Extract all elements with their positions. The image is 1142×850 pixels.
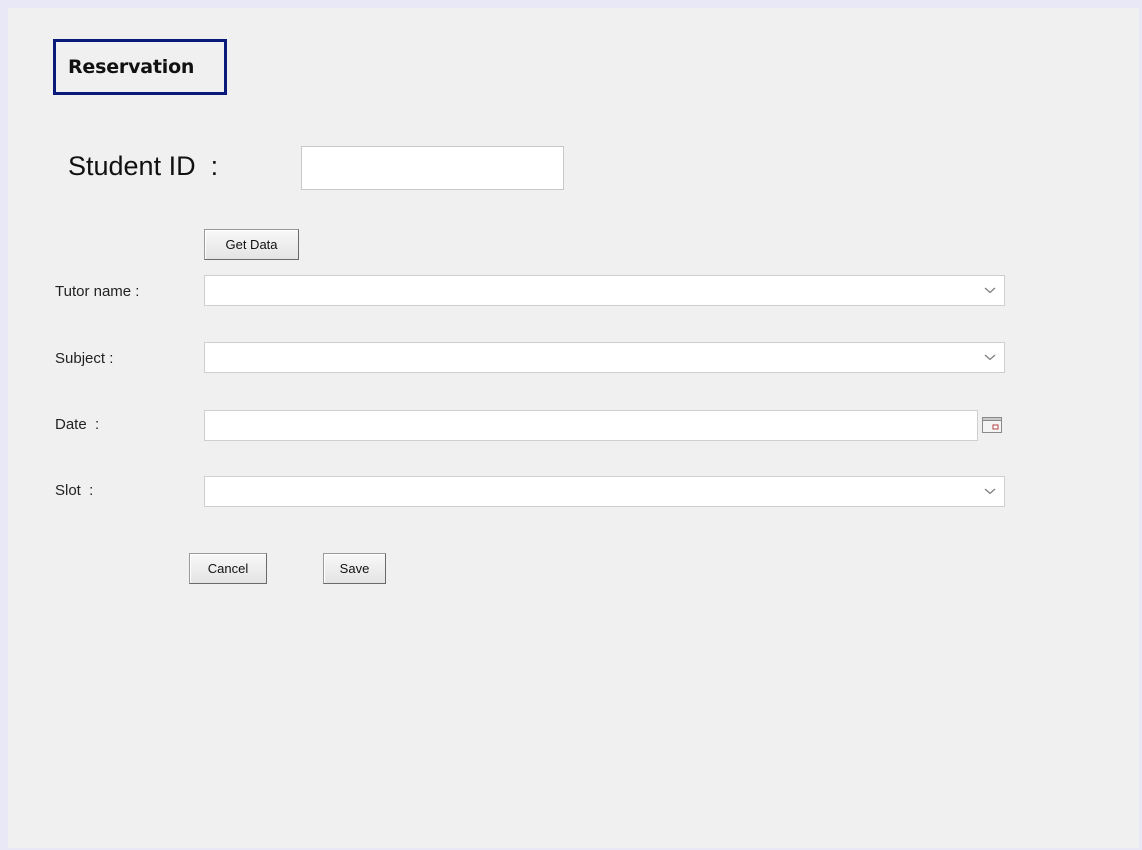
slot-select[interactable] [204,476,1005,507]
slot-label: Slot : [55,482,94,499]
cancel-button[interactable]: Cancel [189,553,267,584]
date-label: Date : [55,416,100,433]
student-id-label: Student ID : [68,151,219,181]
tutor-name-label: Tutor name : [55,283,140,300]
cancel-button-label: Cancel [207,561,249,576]
chevron-down-icon [984,287,996,294]
student-id-input[interactable] [301,146,564,190]
save-button[interactable]: Save [323,553,386,584]
save-button-label: Save [339,561,370,576]
subject-label: Subject : [55,350,114,367]
date-input[interactable] [204,410,978,441]
subject-select[interactable] [204,342,1005,373]
page-title: Reservation [68,56,195,78]
chevron-down-icon [984,488,996,495]
title-box: Reservation [53,39,227,95]
get-data-button[interactable]: Get Data [204,229,299,260]
chevron-down-icon [984,354,996,361]
tutor-name-select[interactable] [204,275,1005,306]
calendar-icon[interactable] [981,415,1003,435]
get-data-button-label: Get Data [225,237,278,252]
reservation-panel: Reservation Student ID : Get Data Tutor … [8,8,1139,848]
